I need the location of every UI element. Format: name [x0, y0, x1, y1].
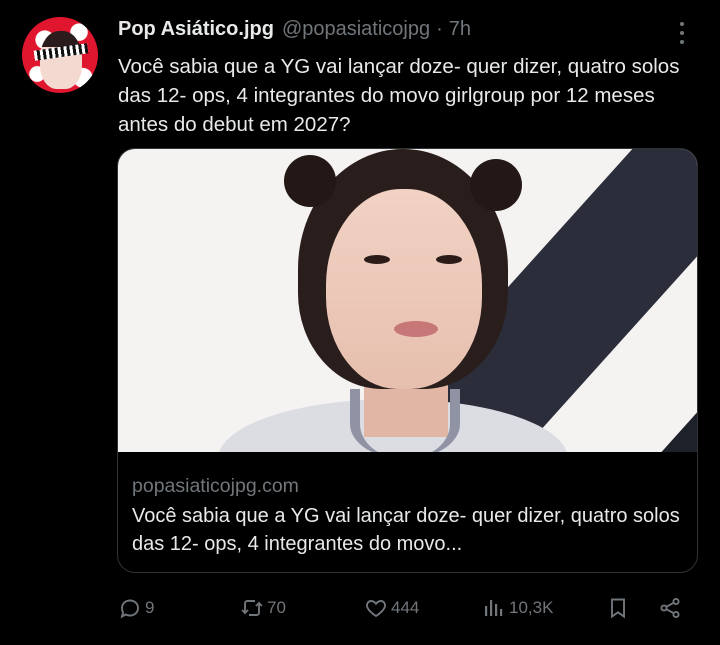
reply-icon: [120, 599, 139, 619]
photo-hair-bun: [284, 155, 336, 207]
tweet-timestamp[interactable]: 7h: [449, 18, 471, 41]
author-name[interactable]: Pop Asiático.jpg: [118, 18, 274, 41]
tweet-text: Você sabia que a YG vai lançar doze- que…: [118, 55, 680, 136]
like-button[interactable]: 444: [364, 590, 419, 626]
retweet-icon: [241, 600, 263, 616]
bookmark-icon: [611, 598, 625, 619]
heart-icon: [366, 600, 386, 618]
views-button[interactable]: 10,3K: [482, 590, 553, 626]
share-button[interactable]: [658, 590, 682, 626]
photo-lips: [394, 321, 438, 337]
card-meta: popasiaticojpg.com Você sabia que a YG v…: [118, 452, 697, 558]
author-handle[interactable]: @popasiaticojpg: [282, 18, 430, 41]
views-icon: [485, 600, 503, 616]
avatar-face: [40, 31, 82, 89]
card-title: Você sabia que a YG vai lançar doze- que…: [132, 505, 680, 555]
action-bar: 9 70 444 10,3K: [118, 590, 690, 626]
photo-collar: [350, 389, 460, 452]
reply-count: 9: [145, 598, 155, 617]
photo-eye: [364, 255, 390, 264]
photo-face: [326, 189, 482, 389]
views-count: 10,3K: [509, 598, 554, 617]
more-vertical-icon[interactable]: [674, 20, 690, 46]
retweet-count: 70: [267, 598, 286, 617]
link-card[interactable]: popasiaticojpg.com Você sabia que a YG v…: [117, 148, 698, 573]
like-count: 444: [391, 598, 420, 617]
share-icon: [660, 597, 680, 619]
photo-eye: [436, 255, 462, 264]
retweet-button[interactable]: 70: [240, 590, 286, 626]
avatar[interactable]: [22, 17, 98, 93]
separator-dot: ·: [436, 18, 443, 40]
tweet[interactable]: Pop Asiático.jpg @popasiaticojpg · 7h Vo…: [0, 0, 720, 645]
photo-hair-bun: [470, 159, 522, 211]
card-image[interactable]: [118, 149, 697, 452]
tweet-header: Pop Asiático.jpg @popasiaticojpg · 7h: [118, 18, 471, 46]
reply-button[interactable]: 9: [118, 590, 154, 626]
bookmark-button[interactable]: [606, 590, 630, 626]
card-domain: popasiaticojpg.com: [132, 475, 299, 497]
